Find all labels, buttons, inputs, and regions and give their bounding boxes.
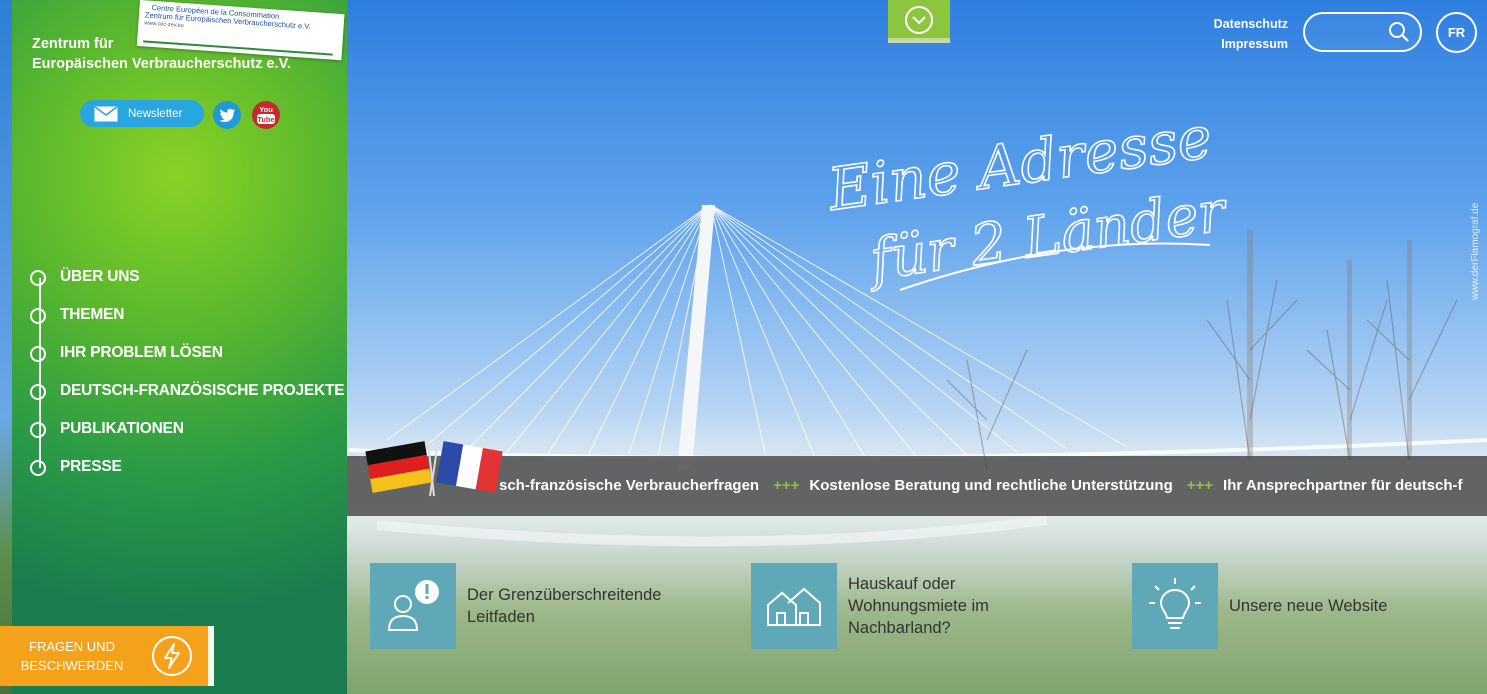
org-name[interactable]: Zentrum für Europäischen Verbraucherschu… — [32, 34, 291, 74]
houses-icon — [751, 563, 837, 649]
tile-neue-website[interactable]: Unsere neue Website — [1132, 563, 1387, 649]
tile-label-line: Unsere neue Website — [1229, 597, 1388, 615]
ticker-item: Ihr Ansprechpartner für deutsch-f — [1223, 477, 1463, 494]
person-exclamation-icon — [370, 563, 456, 649]
tile-label-line: Leitfaden — [467, 608, 535, 626]
nav-label: PRESSE — [60, 458, 122, 475]
nav-item-ihr-problem-loesen[interactable]: IHR PROBLEM LÖSEN — [30, 344, 344, 382]
nav-dot — [30, 460, 46, 476]
fragen-label-line-2: BESCHWERDEN — [20, 658, 124, 673]
youtube-icon: You Tube — [257, 105, 275, 124]
de-fr-flags-icon — [365, 441, 503, 497]
search-input[interactable] — [1315, 14, 1395, 48]
scroll-down-button[interactable] — [888, 0, 950, 43]
datenschutz-link[interactable]: Datenschutz — [1214, 14, 1288, 34]
nav-dot — [30, 422, 46, 438]
tile-label-line: Nachbarland? — [848, 619, 951, 637]
fragen-beschwerden-button[interactable]: FRAGEN UND BESCHWERDEN — [0, 626, 214, 686]
nav-label: PUBLIKATIONEN — [60, 420, 184, 437]
nav-item-deutsch-franzoesische-projekte[interactable]: DEUTSCH-FRANZÖSISCHE PROJEKTE — [30, 382, 345, 420]
main-nav: ÜBER UNS THEMEN IHR PROBLEM LÖSEN DEUTSC… — [30, 268, 345, 496]
impressum-link[interactable]: Impressum — [1214, 34, 1288, 54]
scroll-tab-shadow — [888, 38, 950, 43]
newsletter-button[interactable]: Newsletter — [80, 100, 204, 127]
language-switch-button[interactable]: FR — [1436, 12, 1477, 53]
tile-label: Der Grenzüberschreitende Leitfaden — [467, 584, 661, 628]
nav-label: THEMEN — [60, 306, 125, 323]
newsletter-label: Newsletter — [128, 107, 183, 120]
tile-label: Unsere neue Website — [1229, 595, 1387, 617]
ticker-text: sch-französische Verbraucherfragen +++ Kos… — [499, 477, 1469, 494]
nav-dot — [30, 384, 46, 400]
top-links: Datenschutz Impressum — [1214, 14, 1288, 54]
nav-item-themen[interactable]: THEMEN — [30, 306, 344, 344]
tile-label-line: Wohnungsmiete im — [848, 597, 989, 615]
tile-hauskauf[interactable]: Hauskauf oder Wohnungsmiete im Nachbarla… — [751, 563, 989, 649]
tile-label-line: Der Grenzüberschreitende — [467, 586, 662, 604]
photo-credit: www.derFlamograf.de — [1470, 202, 1481, 300]
fragen-label-line-1: FRAGEN UND — [29, 639, 115, 654]
ticker-separator: +++ — [1186, 477, 1214, 494]
nav-item-publikationen[interactable]: PUBLIKATIONEN — [30, 420, 344, 458]
mail-icon — [94, 105, 118, 121]
fragen-label: FRAGEN UND BESCHWERDEN — [2, 637, 142, 675]
ticker-separator: +++ — [773, 477, 800, 494]
left-edge-strip — [0, 0, 12, 694]
ticker-item: Kostenlose Beratung und rechtliche Unter… — [809, 477, 1173, 494]
ticker-item: sch-französische Verbraucherfragen — [499, 477, 760, 494]
sidebar: Centre Européen de la Consommation Zentr… — [12, 0, 347, 694]
nav-item-presse[interactable]: PRESSE — [30, 458, 344, 496]
tile-label-line: Hauskauf oder — [848, 575, 956, 593]
search-icon[interactable] — [1388, 21, 1410, 43]
search-box[interactable] — [1303, 12, 1422, 52]
nav-dot — [30, 346, 46, 362]
news-ticker[interactable]: sch-französische Verbraucherfragen +++ Kos… — [347, 456, 1487, 516]
nav-item-ueber-uns[interactable]: ÜBER UNS — [30, 268, 344, 306]
nav-label: IHR PROBLEM LÖSEN — [60, 344, 223, 361]
youtube-tube-text: Tube — [257, 115, 274, 124]
youtube-button[interactable]: You Tube — [252, 101, 280, 129]
tile-leitfaden[interactable]: Der Grenzüberschreitende Leitfaden — [370, 563, 661, 649]
nav-label: DEUTSCH-FRANZÖSISCHE PROJEKTE — [60, 382, 345, 399]
nav-dot — [30, 270, 46, 286]
lightning-icon — [152, 636, 192, 676]
org-name-line-2: Europäischen Verbraucherschutz e.V. — [32, 56, 291, 72]
tile-label: Hauskauf oder Wohnungsmiete im Nachbarla… — [848, 573, 989, 639]
slogan-handwriting: Eine Adresse für 2 Länder — [822, 102, 1233, 294]
nav-dot — [30, 308, 46, 324]
chevron-down-icon — [905, 6, 933, 34]
fragen-edge — [208, 626, 214, 686]
org-name-line-1: Zentrum für — [32, 36, 114, 52]
youtube-you-text: You — [259, 105, 273, 114]
twitter-button[interactable] — [213, 101, 241, 129]
twitter-icon — [219, 108, 235, 122]
nav-label: ÜBER UNS — [60, 268, 140, 285]
lightbulb-icon — [1132, 563, 1218, 649]
